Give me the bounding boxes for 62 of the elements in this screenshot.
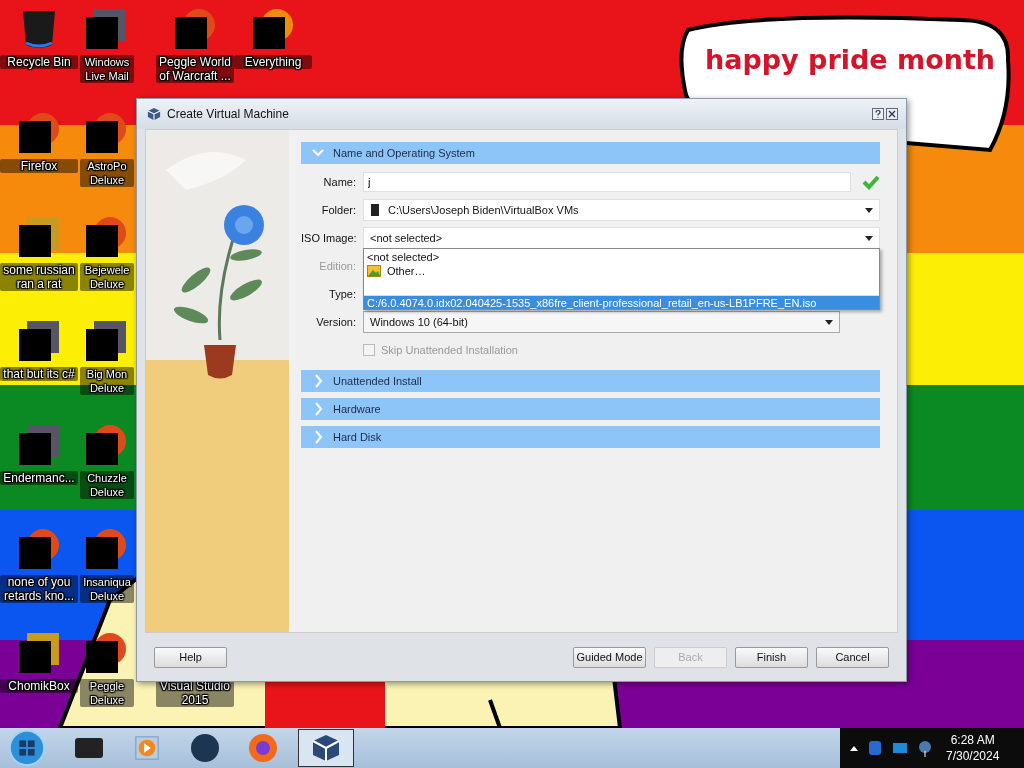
desktop-icon-label[interactable]: Firefox <box>0 159 78 173</box>
field-label: Edition: <box>318 260 356 272</box>
desktop-icon-label[interactable]: Insaniqua Deluxe <box>80 575 134 603</box>
redacted-icon[interactable] <box>17 631 61 675</box>
dialog-button[interactable]: Guided Mode <box>573 646 646 668</box>
monitor-icon[interactable] <box>892 742 908 754</box>
dropdown-option[interactable]: Other… <box>364 264 879 278</box>
desktop-icon-label[interactable]: Chuzzle Deluxe <box>80 471 134 499</box>
caret-icon <box>825 319 833 325</box>
redacted-icon[interactable] <box>84 319 128 363</box>
desktop-icon-label[interactable]: Big Mon Deluxe <box>80 367 134 395</box>
caret-icon <box>865 207 873 213</box>
caret-icon <box>865 235 873 241</box>
help-icon[interactable] <box>872 108 884 120</box>
dropdown-field[interactable]: <not selected> <box>363 227 880 249</box>
section-header[interactable]: Unattended Install <box>301 370 880 392</box>
name-field[interactable]: j <box>363 172 851 192</box>
desktop-icon-label[interactable]: some russian ran a rat <box>0 263 78 291</box>
caret-icon[interactable] <box>850 745 858 751</box>
desktop-icon-label[interactable]: AstroPo Deluxe <box>80 159 134 187</box>
field-label: Name: <box>322 176 356 188</box>
section-header[interactable]: Hardware <box>301 398 880 420</box>
field-label: Type: <box>328 288 356 300</box>
redacted-icon[interactable] <box>84 215 128 259</box>
redacted-icon[interactable] <box>17 215 61 259</box>
close-icon[interactable] <box>886 108 898 120</box>
desktop-icon-label[interactable]: Endermanc... <box>0 471 78 485</box>
redacted-icon[interactable] <box>251 7 295 51</box>
dialog-button[interactable]: Help <box>154 646 227 668</box>
dialog-button[interactable]: Finish <box>735 646 808 668</box>
redacted-icon[interactable] <box>17 111 61 155</box>
desktop-icon-label[interactable]: ChomikBox <box>0 679 78 693</box>
speaker-icon[interactable] <box>918 739 932 757</box>
section-header[interactable]: Hard Disk <box>301 426 880 448</box>
redacted-icon[interactable] <box>84 631 128 675</box>
dropdown-field[interactable]: C:\Users\Joseph Biden\VirtualBox VMs <box>363 199 880 221</box>
desktop-icon-label[interactable]: Bejewele Deluxe <box>80 263 134 291</box>
window-title: Create Virtual Machine <box>167 107 289 121</box>
dialog-button[interactable]: Cancel <box>816 646 889 668</box>
desktop-icon-label[interactable]: Recycle Bin <box>0 55 78 69</box>
desktop-icon-label[interactable]: that but its c# <box>0 367 78 381</box>
field-label: ISO Image: <box>301 232 356 244</box>
field-label: Version: <box>315 316 356 328</box>
taskbar-button[interactable] <box>298 729 354 767</box>
desktop-icon-label[interactable]: Peggle World of Warcraft ... <box>156 55 234 83</box>
tray-app-icon[interactable] <box>868 740 882 756</box>
desktop-icon-label[interactable]: none of you retards kno... <box>0 575 78 603</box>
desktop-icon-label[interactable]: Everything <box>234 55 312 69</box>
desktop-icon-label[interactable]: Windows Live Mail <box>80 55 134 83</box>
field-label: Folder: <box>320 204 356 216</box>
drive-icon <box>370 203 380 217</box>
image-icon <box>367 265 381 277</box>
cube-icon <box>311 733 341 763</box>
redacted-icon[interactable] <box>17 319 61 363</box>
cube-icon <box>147 107 161 121</box>
start-button[interactable] <box>8 729 46 767</box>
section-header[interactable]: Name and Operating System <box>301 142 880 164</box>
dropdown-field[interactable]: Windows 10 (64-bit) <box>363 311 840 333</box>
play-icon <box>134 735 160 761</box>
dropdown-option[interactable]: <not selected> <box>364 250 879 264</box>
redacted-icon[interactable] <box>84 111 128 155</box>
banner-text: happy pride month <box>705 44 996 75</box>
